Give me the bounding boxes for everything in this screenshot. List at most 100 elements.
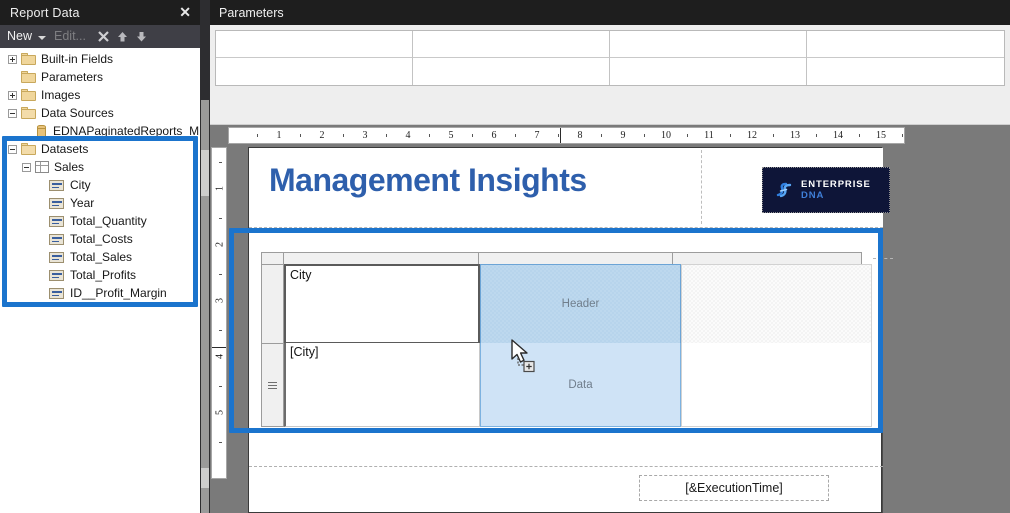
tablix-row-handle-data[interactable]	[261, 343, 284, 427]
field-icon	[49, 215, 64, 227]
folder-icon	[21, 71, 36, 83]
parameters-panel: Parameters	[210, 0, 1010, 125]
tablix-dropzone-data[interactable]: Data	[480, 343, 681, 427]
ruler-minor-tick-vertical	[219, 274, 222, 275]
parameter-cell[interactable]	[216, 58, 413, 85]
tree-node-total-quantity[interactable]: Total_Quantity	[0, 212, 200, 230]
tree-node-ednapaginatedreports-m[interactable]: EDNAPaginatedReports_M	[0, 122, 200, 140]
tree-node-sales[interactable]: Sales	[0, 158, 200, 176]
report-header-band[interactable]: Management Insights ENTERPRISE DNA	[249, 148, 890, 228]
chevron-down-icon[interactable]	[38, 36, 47, 40]
tree-node-label: Total_Costs	[70, 232, 133, 246]
ruler-minor-tick	[429, 134, 430, 137]
tree-node-city[interactable]: City	[0, 176, 200, 194]
tablix-header-cell-city[interactable]: City	[284, 264, 480, 344]
tablix-data-cell-city[interactable]: [City]	[284, 343, 480, 427]
parameter-cell[interactable]	[807, 58, 1004, 85]
ruler-tick-label: 11	[704, 130, 714, 141]
parameter-cell[interactable]	[216, 31, 413, 58]
datasource-icon	[35, 124, 48, 138]
tablix-header-cell-empty[interactable]	[681, 264, 872, 344]
new-button[interactable]: New	[7, 29, 35, 43]
tablix-row-handle-header[interactable]	[261, 264, 284, 344]
tree-node-year[interactable]: Year	[0, 194, 200, 212]
tree-node-total-profits[interactable]: Total_Profits	[0, 266, 200, 284]
field-icon	[49, 287, 64, 299]
delete-x-icon[interactable]	[95, 27, 113, 45]
collapse-minus-icon[interactable]	[22, 162, 31, 172]
tree-node-total-costs[interactable]: Total_Costs	[0, 230, 200, 248]
edit-button: Edit...	[54, 29, 86, 43]
field-icon	[49, 233, 64, 245]
ruler-minor-tick	[902, 134, 903, 137]
parameter-cell[interactable]	[413, 31, 610, 58]
tree-node-id-profit-margin[interactable]: ID__Profit_Margin	[0, 284, 200, 302]
folder-icon	[21, 89, 36, 101]
ruler-tick-label: 2	[319, 130, 325, 141]
tree-node-label: Datasets	[41, 142, 89, 156]
tree-node-label: Parameters	[41, 70, 104, 84]
report-data-toolbar: New Edit...	[0, 25, 200, 48]
header-textbox-divider	[701, 150, 702, 224]
ruler-minor-tick	[601, 134, 602, 137]
page-break-marker-vertical	[212, 347, 226, 348]
ruler-tick-label: 8	[577, 130, 583, 141]
tree-node-built-in-fields[interactable]: Built-in Fields	[0, 50, 200, 68]
footer-execution-time-textbox[interactable]: [&ExecutionTime]	[639, 475, 829, 501]
parameter-cell[interactable]	[413, 58, 610, 85]
tree-node-parameters[interactable]: Parameters	[0, 68, 200, 86]
ruler-minor-tick	[730, 134, 731, 137]
arrow-down-icon[interactable]	[133, 27, 151, 45]
tablix-edge-guide	[873, 258, 893, 259]
tablix-control[interactable]: City [City] Header Data	[261, 252, 893, 427]
collapse-minus-icon[interactable]	[8, 108, 17, 118]
tree-node-images[interactable]: Images	[0, 86, 200, 104]
ruler-minor-tick	[386, 134, 387, 137]
footer-divider	[249, 466, 883, 467]
report-body-canvas[interactable]: Management Insights ENTERPRISE DNA City …	[248, 147, 893, 513]
field-icon	[49, 269, 64, 281]
tree-node-label: Total_Quantity	[70, 214, 147, 228]
ruler-minor-tick	[644, 134, 645, 137]
dropzone-header-label: Header	[561, 298, 600, 310]
parameter-cell[interactable]	[610, 58, 807, 85]
sidebar-scrollbar-thumb[interactable]	[201, 150, 209, 196]
parameter-cell[interactable]	[610, 31, 807, 58]
report-data-panel: Report Data ✕ New Edit... Built-in Field…	[0, 0, 200, 513]
expand-plus-icon[interactable]	[8, 90, 17, 100]
ruler-minor-tick-vertical	[219, 442, 222, 443]
tree-node-label: Data Sources	[41, 106, 114, 120]
tree-node-datasets[interactable]: Datasets	[0, 140, 200, 158]
report-data-tree[interactable]: Built-in Fields Parameters Images Data Sour…	[0, 48, 200, 513]
close-icon[interactable]: ✕	[179, 3, 191, 22]
report-designer-surface[interactable]: 12345678910111213141516 12345 Management…	[210, 125, 1010, 513]
collapse-minus-icon[interactable]	[8, 144, 17, 154]
tablix-dropzone-header[interactable]: Header	[480, 264, 681, 344]
ruler-tick-label: 14	[833, 130, 843, 141]
dropzone-data-label: Data	[568, 378, 593, 391]
tree-node-total-sales[interactable]: Total_Sales	[0, 248, 200, 266]
ruler-minor-tick	[773, 134, 774, 137]
dataset-table-icon	[35, 161, 49, 173]
ruler-tick-label: 1	[276, 130, 282, 141]
tree-node-label: EDNAPaginatedReports_M	[53, 124, 200, 138]
arrow-up-icon[interactable]	[114, 27, 132, 45]
page-title[interactable]: Management Insights	[269, 162, 587, 199]
report-data-title: Report Data	[10, 5, 80, 20]
ruler-minor-tick	[515, 134, 516, 137]
parameter-cell[interactable]	[807, 31, 1004, 58]
tree-node-data-sources[interactable]: Data Sources	[0, 104, 200, 122]
field-icon	[49, 179, 64, 191]
folder-icon	[21, 53, 36, 65]
tablix-data-cell-empty[interactable]	[681, 343, 872, 427]
row-grip-icon	[268, 381, 277, 389]
expand-plus-icon[interactable]	[8, 54, 17, 64]
logo-image[interactable]: ENTERPRISE DNA	[762, 167, 890, 213]
sidebar-scrollbar-thumb-secondary[interactable]	[201, 468, 209, 488]
parameters-grid[interactable]	[215, 30, 1005, 86]
folder-open-icon	[21, 107, 36, 119]
